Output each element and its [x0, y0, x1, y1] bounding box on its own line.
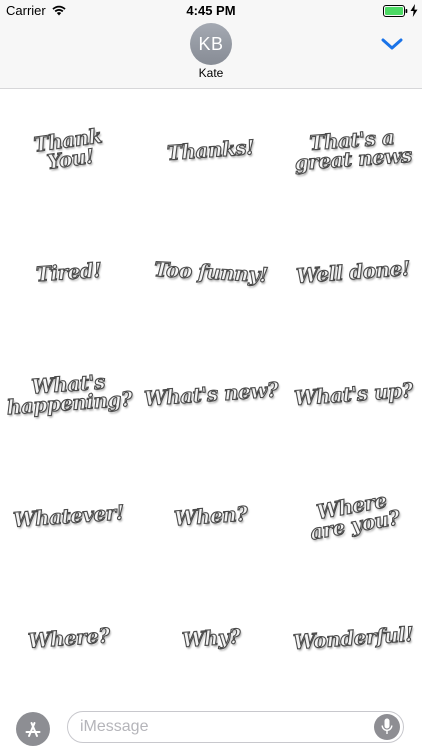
sticker-label: Where?: [27, 622, 111, 653]
app-store-icon: [25, 722, 41, 737]
sticker[interactable]: Where?: [0, 577, 138, 699]
sticker-label: Well done!: [295, 255, 412, 288]
sticker[interactable]: Whatever!: [0, 455, 138, 577]
sticker[interactable]: When?: [138, 455, 284, 577]
sticker-label: Wonderful!: [291, 621, 414, 654]
sticker-label: Thanks!: [166, 134, 256, 165]
mic-button[interactable]: [374, 714, 400, 740]
sticker[interactable]: Why?: [138, 577, 284, 699]
sticker-label: Why?: [180, 623, 241, 652]
sticker-label: What's happening?: [6, 369, 134, 420]
sticker-grid: Thank You! Thanks! That's a great news T…: [0, 89, 422, 701]
sticker-label: Where are you?: [307, 488, 402, 545]
sticker[interactable]: Where are you?: [284, 455, 422, 577]
app-store-button[interactable]: [16, 712, 50, 746]
sticker-label: Tired!: [35, 257, 103, 287]
sticker[interactable]: What's happening?: [0, 333, 138, 455]
sticker-label: Too funny!: [153, 256, 269, 287]
sticker-label: What's new?: [143, 376, 280, 411]
status-time: 4:45 PM: [186, 3, 236, 18]
battery-icon: [383, 5, 408, 17]
message-input[interactable]: [80, 712, 360, 742]
sticker[interactable]: Tired!: [0, 211, 138, 333]
sticker[interactable]: Well done!: [284, 211, 422, 333]
contact-avatar[interactable]: KB: [190, 23, 232, 65]
sticker[interactable]: That's a great news: [284, 89, 422, 211]
sticker[interactable]: Wonderful!: [284, 577, 422, 699]
sticker-label: That's a great news: [294, 125, 414, 176]
sticker-label: Thank You!: [32, 123, 104, 175]
sticker[interactable]: Too funny!: [138, 211, 284, 333]
conversation-header: KB Kate: [0, 22, 422, 89]
message-input-bar: [0, 702, 422, 750]
status-bar: Carrier 4:45 PM: [0, 0, 422, 22]
sticker[interactable]: What's new?: [138, 333, 284, 455]
chevron-down-icon[interactable]: [380, 36, 404, 52]
message-field[interactable]: [67, 711, 404, 743]
contact-name[interactable]: Kate: [0, 66, 422, 80]
sticker-label: When?: [173, 500, 249, 531]
charging-bolt-icon: [410, 4, 418, 17]
sticker-label: Whatever!: [12, 499, 126, 532]
sticker-label: What's up?: [292, 377, 414, 410]
sticker[interactable]: Thank You!: [0, 89, 138, 211]
sticker[interactable]: Thanks!: [138, 89, 284, 211]
sticker[interactable]: What's up?: [284, 333, 422, 455]
mic-icon: [381, 718, 393, 734]
